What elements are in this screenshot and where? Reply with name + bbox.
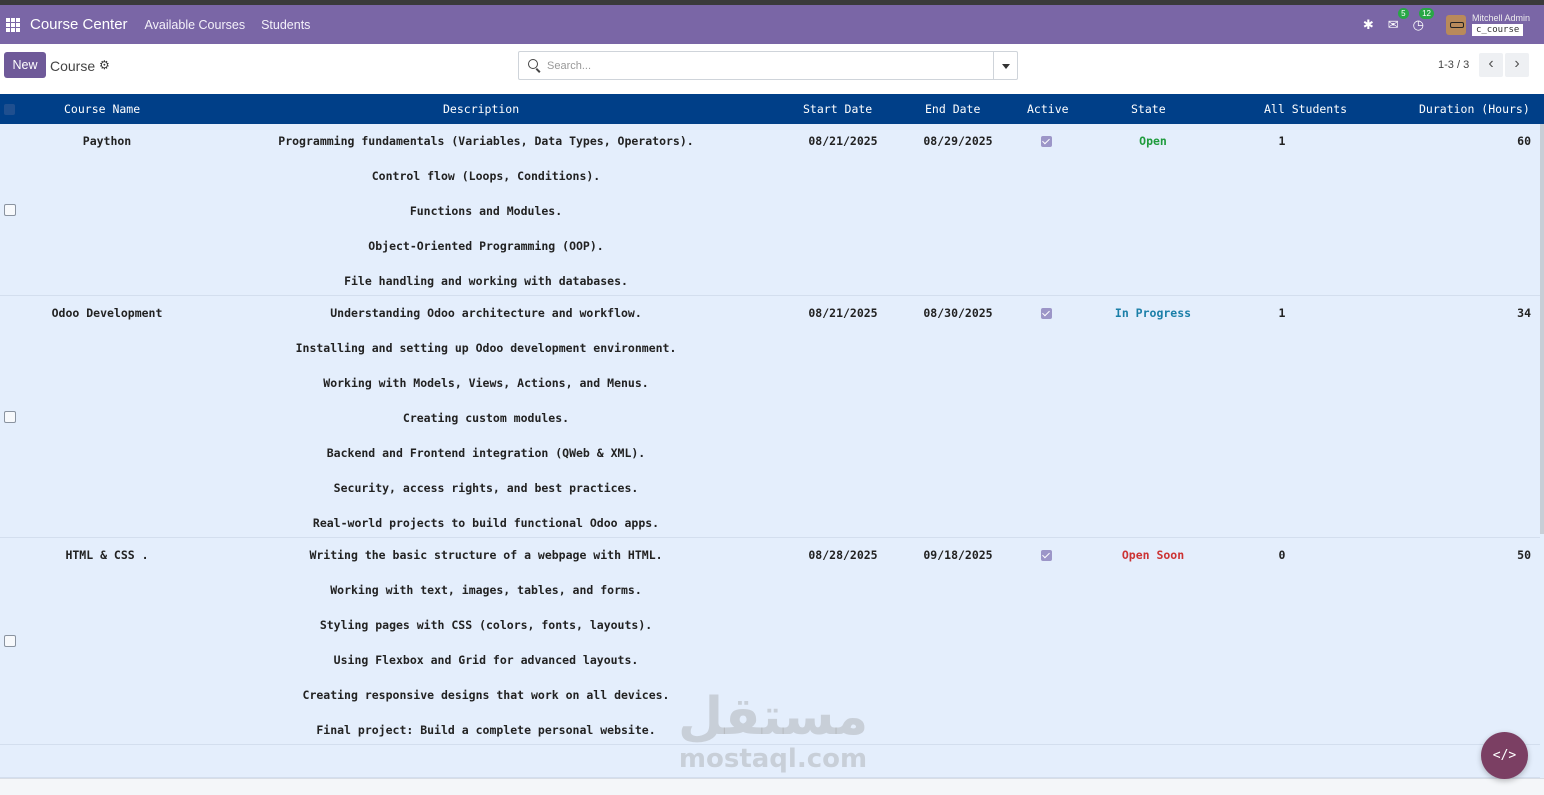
description-line: Backend and Frontend integration (QWeb &… (326, 446, 646, 460)
row-checkbox[interactable] (4, 635, 16, 647)
control-panel: New Course ⚙ 1-3 / 3 ‹ › (0, 44, 1544, 94)
messages-badge: 5 (1398, 7, 1409, 19)
search-bar (518, 51, 1018, 80)
column-description[interactable]: Description (443, 102, 519, 116)
column-end-date[interactable]: End Date (925, 102, 980, 116)
breadcrumb: Course (50, 58, 96, 74)
code-icon[interactable]: </> (1481, 732, 1528, 779)
search-icon (528, 59, 538, 69)
row-checkbox[interactable] (4, 411, 16, 423)
table-row[interactable]: Odoo Development Understanding Odoo arch… (0, 296, 1540, 538)
end-date: 08/29/2025 (923, 134, 993, 148)
course-name: Odoo Development (51, 306, 163, 320)
database-badge: c_course (1471, 24, 1524, 36)
description-line: Functions and Modules. (409, 204, 563, 218)
row-checkbox[interactable] (4, 204, 16, 216)
start-date: 08/28/2025 (808, 548, 878, 562)
column-active[interactable]: Active (1027, 102, 1069, 116)
active-checkbox (1041, 550, 1052, 561)
pager-value[interactable]: 1-3 / 3 (1438, 59, 1469, 71)
description-line: Control flow (Loops, Conditions). (371, 169, 601, 183)
bottom-strip (0, 778, 1544, 795)
end-date: 08/30/2025 (923, 306, 993, 320)
user-menu[interactable]: Mitchell Admin c_course (1471, 13, 1530, 36)
list-body: Paython Programming fundamentals (Variab… (0, 124, 1544, 778)
list-header: Course Name Description Start Date End D… (0, 94, 1544, 124)
select-all-checkbox[interactable] (4, 104, 15, 115)
chevron-left-icon[interactable]: ‹ (1479, 53, 1503, 77)
column-course-name[interactable]: Course Name (64, 102, 140, 116)
course-description: Understanding Odoo architecture and work… (214, 306, 758, 551)
state-badge: Open (1139, 134, 1167, 148)
description-line: Object-Oriented Programming (OOP). (368, 239, 604, 253)
end-date: 09/18/2025 (923, 548, 993, 562)
state-badge: Open Soon (1121, 548, 1185, 562)
description-line: Working with text, images, tables, and f… (330, 583, 642, 597)
vertical-scrollbar[interactable] (1540, 124, 1544, 534)
menu-students[interactable]: Students (261, 18, 310, 32)
duration-hours: 60 (1517, 134, 1531, 148)
table-row[interactable]: Paython Programming fundamentals (Variab… (0, 124, 1540, 296)
clock-icon[interactable]: ◷ 12 (1413, 7, 1434, 33)
active-checkbox (1041, 308, 1052, 319)
gear-icon[interactable]: ⚙ (99, 58, 110, 72)
active-checkbox (1041, 136, 1052, 147)
course-description: Writing the basic structure of a webpage… (214, 548, 758, 758)
watermark: مستقل mostaql.com (678, 688, 868, 772)
description-line: Understanding Odoo architecture and work… (330, 306, 642, 320)
avatar[interactable] (1445, 14, 1466, 35)
bug-icon[interactable]: ✱ (1363, 17, 1374, 33)
column-state[interactable]: State (1131, 102, 1166, 116)
course-name: Paython (82, 134, 132, 148)
description-line: Styling pages with CSS (colors, fonts, l… (319, 618, 653, 632)
menu-available-courses[interactable]: Available Courses (145, 18, 246, 32)
course-description: Programming fundamentals (Variables, Dat… (214, 134, 758, 309)
start-date: 08/21/2025 (808, 306, 878, 320)
duration-hours: 50 (1517, 548, 1531, 562)
activities-badge: 12 (1419, 7, 1434, 19)
new-button[interactable]: New (4, 52, 46, 78)
column-all-students[interactable]: All Students (1264, 102, 1347, 116)
column-duration[interactable]: Duration (Hours) (1419, 102, 1530, 116)
column-start-date[interactable]: Start Date (803, 102, 872, 116)
description-line: Creating responsive designs that work on… (302, 688, 670, 702)
description-line: Security, access rights, and best practi… (333, 481, 639, 495)
systray: ✱ ✉ 5 ◷ 12 Mitchell Admin c_course (1349, 5, 1530, 44)
chevron-down-icon[interactable] (993, 52, 1017, 79)
description-line: Installing and setting up Odoo developme… (295, 341, 677, 355)
watermark-logo: مستقل (678, 687, 869, 747)
all-students: 0 (1278, 548, 1286, 562)
description-line: Using Flexbox and Grid for advanced layo… (333, 653, 639, 667)
all-students: 1 (1278, 134, 1286, 148)
description-line: Programming fundamentals (Variables, Dat… (278, 134, 694, 148)
watermark-text: mostaql.com (678, 744, 868, 774)
state-badge: In Progress (1114, 306, 1192, 320)
all-students: 1 (1278, 306, 1286, 320)
chat-icon[interactable]: ✉ 5 (1388, 7, 1409, 33)
search-input[interactable] (547, 57, 987, 75)
duration-hours: 34 (1517, 306, 1531, 320)
apps-icon[interactable] (6, 17, 20, 32)
app-title[interactable]: Course Center (30, 16, 128, 33)
description-line: Writing the basic structure of a webpage… (309, 548, 663, 562)
chevron-right-icon[interactable]: › (1505, 53, 1529, 77)
user-name: Mitchell Admin (1471, 13, 1530, 23)
course-name: HTML & CSS . (65, 548, 149, 562)
top-navbar: Course Center Available Courses Students… (0, 5, 1544, 44)
description-line: Working with Models, Views, Actions, and… (323, 376, 649, 390)
description-line: Creating custom modules. (402, 411, 570, 425)
start-date: 08/21/2025 (808, 134, 878, 148)
